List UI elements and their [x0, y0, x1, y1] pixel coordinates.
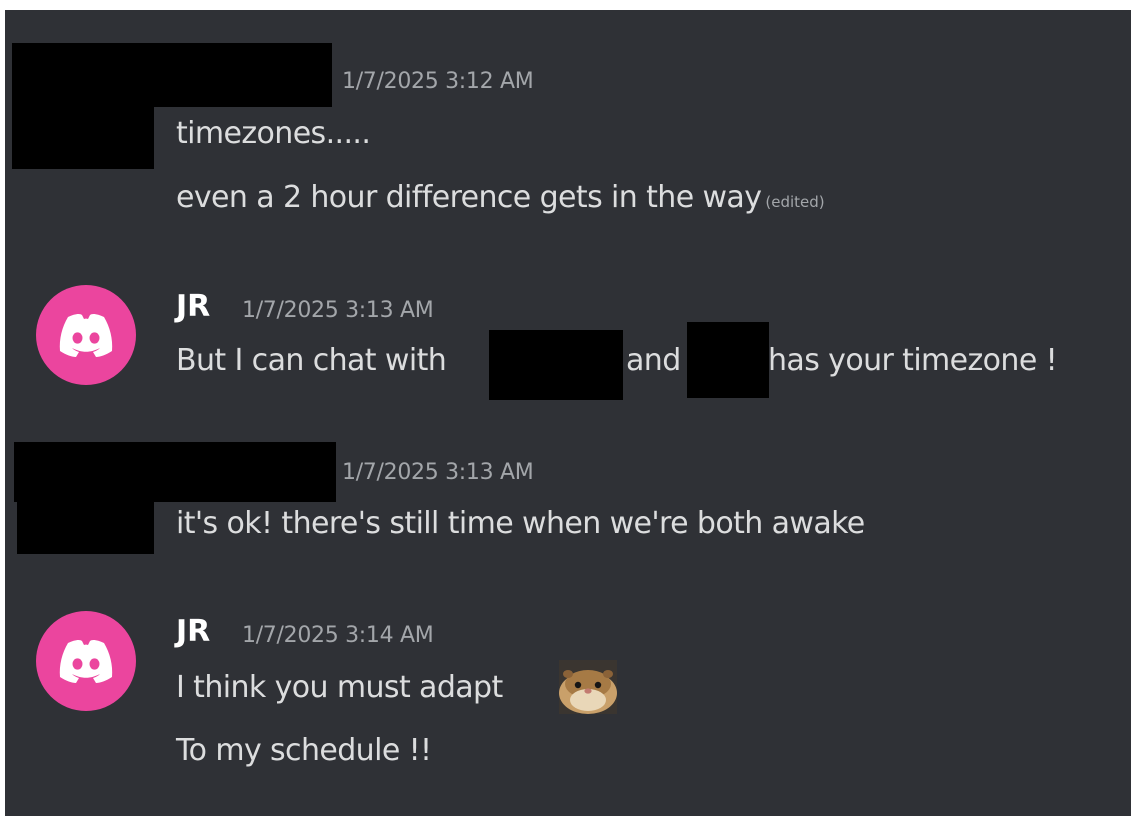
redacted-avatar [17, 500, 154, 554]
message-text: I think you must adapt [176, 670, 503, 705]
redacted-username [14, 442, 336, 502]
message-text: and [626, 343, 681, 378]
message-timestamp: 1/7/2025 3:12 AM [342, 69, 534, 94]
message-text: But I can chat with [176, 343, 447, 378]
discord-logo-icon [59, 639, 113, 683]
redacted-mention [687, 322, 769, 398]
message-text: has your timezone ! [768, 343, 1058, 378]
message-timestamp: 1/7/2025 3:13 AM [242, 298, 434, 323]
username[interactable]: JR [176, 614, 210, 649]
message-text: timezones..... [176, 116, 371, 151]
edited-label: (edited) [765, 193, 825, 211]
message-timestamp: 1/7/2025 3:14 AM [242, 623, 434, 648]
chat-message-list: 1/7/2025 3:12 AM timezones..... even a 2… [5, 10, 1131, 816]
avatar[interactable] [36, 285, 136, 385]
avatar[interactable] [36, 611, 136, 711]
message-text: To my schedule !! [176, 733, 432, 768]
discord-logo-icon [59, 313, 113, 357]
message-text: even a 2 hour difference gets in the way… [176, 180, 825, 215]
message-text-line: even a 2 hour difference gets in the way [176, 180, 762, 215]
message-timestamp: 1/7/2025 3:13 AM [342, 460, 534, 485]
username[interactable]: JR [176, 289, 210, 324]
redacted-mention [489, 330, 623, 400]
message-text: it's ok! there's still time when we're b… [176, 506, 865, 541]
hamster-emoji-icon[interactable] [559, 660, 617, 714]
redacted-avatar [12, 105, 154, 169]
redacted-username [12, 43, 332, 107]
